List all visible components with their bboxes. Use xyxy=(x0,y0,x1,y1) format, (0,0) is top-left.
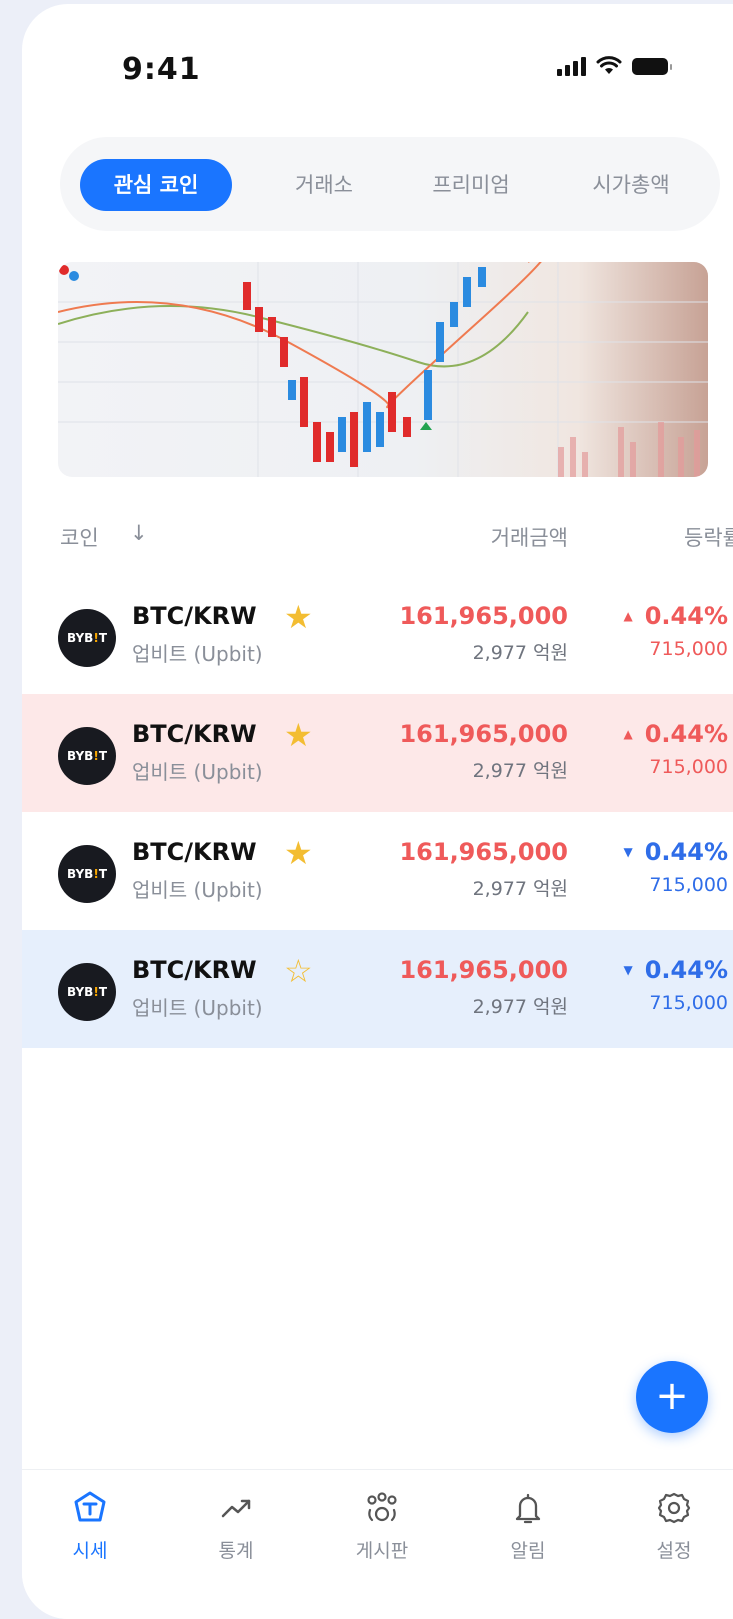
change-amount: 715,000 xyxy=(649,638,728,660)
triangle-up-icon: ▲ xyxy=(623,609,633,623)
battery-icon xyxy=(632,57,672,75)
star-icon[interactable]: ★ xyxy=(284,716,313,754)
change-rate-value: 0.44% xyxy=(644,956,728,984)
change-rate-value: 0.44% xyxy=(644,720,728,748)
change-rate: ▲ 0.44% xyxy=(624,602,729,630)
price: 161,965,000 xyxy=(399,602,568,630)
exchange-name: 업비트 (Upbit) xyxy=(132,760,263,784)
add-button[interactable]: + xyxy=(636,1361,708,1433)
nav-label: 게시판 xyxy=(355,1540,409,1562)
coin-row[interactable]: BYB!T BTC/KRW ☆ 업비트 (Upbit) 161,965,000 … xyxy=(22,930,733,1048)
coin-pair: BTC/KRW xyxy=(132,956,257,984)
tab-watchlist[interactable]: 관심 코인 xyxy=(80,159,232,211)
coin-row[interactable]: BYB!T BTC/KRW ★ 업비트 (Upbit) 161,965,000 … xyxy=(22,694,733,812)
tab-bar: 관심 코인 거래소 프리미엄 시가총액 xyxy=(60,137,720,231)
candlestick-illustration xyxy=(58,262,708,477)
star-icon[interactable]: ★ xyxy=(284,834,313,872)
price: 161,965,000 xyxy=(399,838,568,866)
arrow-down-icon[interactable]: ↓ xyxy=(130,521,148,545)
wifi-icon xyxy=(596,56,622,74)
trade-volume: 2,977 억원 xyxy=(472,878,568,900)
nav-label: 알림 xyxy=(510,1540,546,1562)
star-outline-icon[interactable]: ☆ xyxy=(284,952,313,990)
gear-icon xyxy=(657,1492,691,1524)
change-rate: ▲ 0.44% xyxy=(624,720,729,748)
change-rate-value: 0.44% xyxy=(644,602,728,630)
status-time: 9:41 xyxy=(122,52,201,87)
change-rate-value: 0.44% xyxy=(644,838,728,866)
chart-banner-image[interactable] xyxy=(58,262,708,477)
change-amount: 715,000 xyxy=(649,992,728,1014)
coin-row[interactable]: BYB!T BTC/KRW ★ 업비트 (Upbit) 161,965,000 … xyxy=(22,576,733,694)
change-amount: 715,000 xyxy=(649,756,728,778)
nav-settings[interactable]: 설정 xyxy=(624,1490,724,1563)
triangle-down-icon: ▼ xyxy=(623,845,633,859)
trade-volume: 2,977 억원 xyxy=(472,642,568,664)
exchange-name: 업비트 (Upbit) xyxy=(132,878,263,902)
coin-row[interactable]: BYB!T BTC/KRW ★ 업비트 (Upbit) 161,965,000 … xyxy=(22,812,733,930)
nav-alerts[interactable]: 알림 xyxy=(478,1490,578,1563)
coin-pair: BTC/KRW xyxy=(132,838,257,866)
bybit-logo: BYB!T xyxy=(58,727,116,785)
header-volume[interactable]: 거래금액 xyxy=(491,522,568,552)
trade-volume: 2,977 억원 xyxy=(472,996,568,1018)
tab-exchange[interactable]: 거래소 xyxy=(264,159,384,211)
change-rate: ▼ 0.44% xyxy=(624,838,729,866)
trend-icon xyxy=(221,1499,251,1518)
tab-market-cap[interactable]: 시가총액 xyxy=(556,159,706,211)
price: 161,965,000 xyxy=(399,720,568,748)
nav-market[interactable]: 시세 xyxy=(40,1490,140,1563)
coin-pair: BTC/KRW xyxy=(132,720,257,748)
cellular-signal-icon xyxy=(557,56,586,76)
nav-label: 통계 xyxy=(218,1540,254,1562)
header-coin[interactable]: 코인 xyxy=(60,522,99,552)
app-screen: 9:41 관심 코인 거래소 프리미엄 시가총액 코인 ↓ 거래금액 등락률 B… xyxy=(22,4,733,1619)
header-rate[interactable]: 등락률 xyxy=(684,522,733,552)
triangle-down-icon: ▼ xyxy=(623,963,633,977)
coin-pair: BTC/KRW xyxy=(132,602,257,630)
price: 161,965,000 xyxy=(399,956,568,984)
tab-premium[interactable]: 프리미엄 xyxy=(406,159,536,211)
nav-label: 설정 xyxy=(656,1540,692,1562)
nav-board[interactable]: 게시판 xyxy=(332,1490,432,1563)
bybit-logo: BYB!T xyxy=(58,845,116,903)
change-rate: ▼ 0.44% xyxy=(624,956,729,984)
status-icons xyxy=(557,56,672,76)
bybit-logo: BYB!T xyxy=(58,963,116,1021)
bottom-nav: 시세 통계 게시판 알림 설정 xyxy=(22,1469,733,1619)
exchange-name: 업비트 (Upbit) xyxy=(132,642,263,666)
exchange-name: 업비트 (Upbit) xyxy=(132,996,263,1020)
nav-label: 시세 xyxy=(72,1540,108,1562)
nav-stats[interactable]: 통계 xyxy=(186,1490,286,1563)
triangle-up-icon: ▲ xyxy=(623,727,633,741)
bell-icon xyxy=(515,1493,541,1524)
community-icon xyxy=(367,1492,397,1522)
plus-icon: + xyxy=(655,1373,689,1419)
market-icon xyxy=(74,1491,106,1522)
trade-volume: 2,977 억원 xyxy=(472,760,568,782)
star-icon[interactable]: ★ xyxy=(284,598,313,636)
bybit-logo: BYB!T xyxy=(58,609,116,667)
change-amount: 715,000 xyxy=(649,874,728,896)
